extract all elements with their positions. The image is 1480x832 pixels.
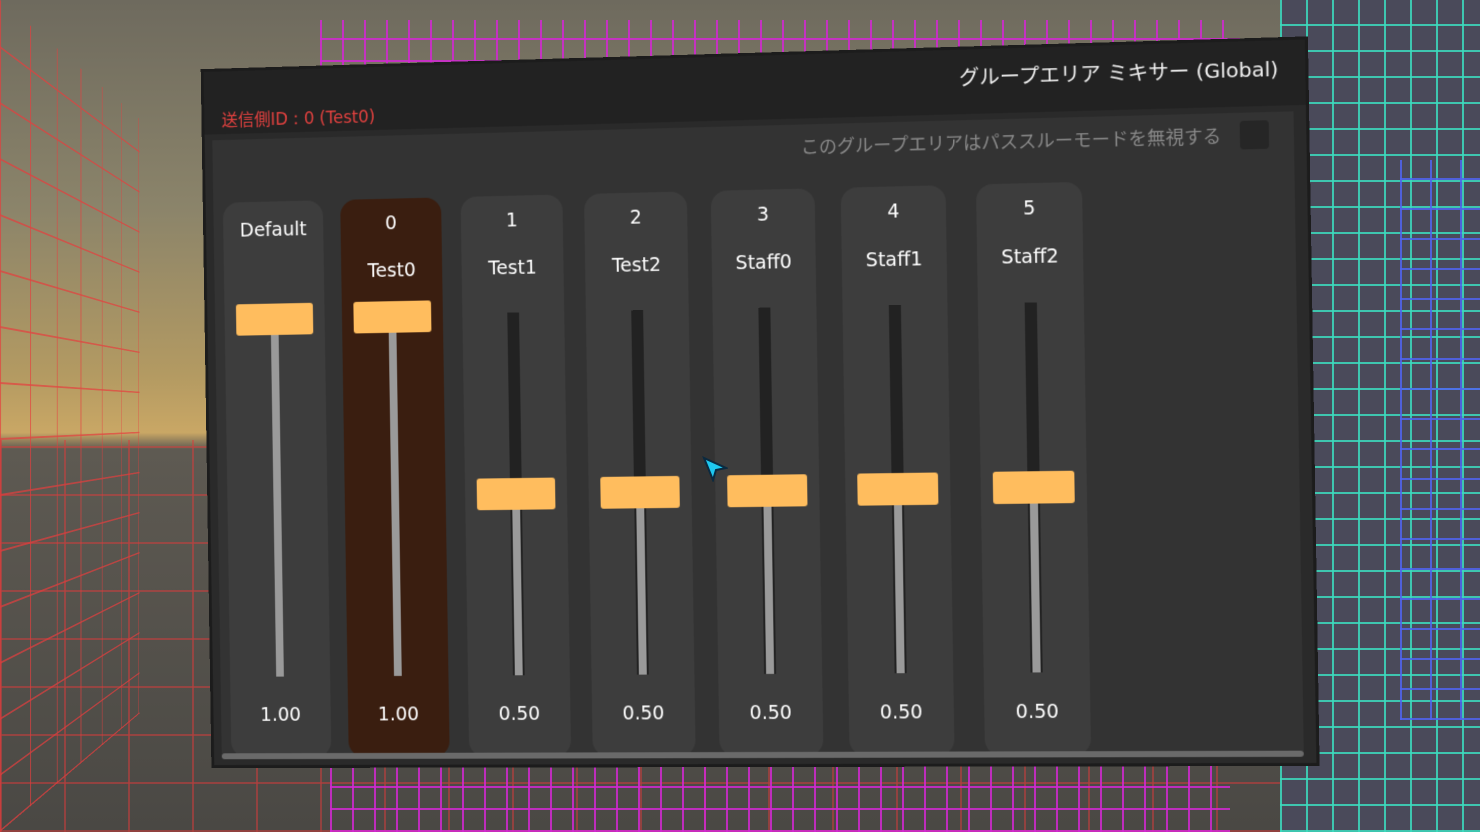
channel-volume-value: 0.50 — [622, 702, 665, 725]
volume-slider-track[interactable] — [269, 317, 286, 677]
ignore-passthrough-label: このグループエリアはパススルーモードを無視する — [800, 126, 1222, 159]
channel-volume-value: 0.50 — [879, 701, 923, 724]
volume-slider-handle[interactable] — [353, 300, 432, 334]
volume-slider-fill — [763, 490, 775, 674]
mixer-panel: 送信側ID : 0 (Test0) グループエリア ミキサー (Global) … — [203, 39, 1317, 766]
channel-name: Test2 — [611, 253, 662, 277]
pointer-cursor-icon — [702, 456, 728, 482]
channel-id: 4 — [887, 200, 900, 223]
vr-scene-background: 送信側ID : 0 (Test0) グループエリア ミキサー (Global) … — [0, 0, 1480, 832]
channel-id: 3 — [756, 203, 770, 226]
volume-slider-handle[interactable] — [727, 474, 808, 508]
channel-name: Staff0 — [735, 251, 792, 275]
channel-id: 0 — [384, 212, 397, 235]
grid-cage-right — [1400, 160, 1480, 720]
channel-strip[interactable]: 0 Test0 1.00 — [340, 197, 450, 757]
horizontal-scrollbar[interactable] — [221, 750, 1304, 760]
channel-volume-value: 0.50 — [749, 701, 793, 725]
ignore-passthrough-checkbox[interactable] — [1239, 120, 1270, 150]
channel-volume-value: 0.50 — [498, 702, 541, 725]
volume-slider-handle[interactable] — [992, 470, 1075, 505]
channel-volume-value: 1.00 — [260, 704, 302, 726]
channel-strip[interactable]: Default 1.00 — [222, 200, 332, 758]
volume-slider-handle[interactable] — [476, 477, 556, 511]
channel-id: 5 — [1022, 197, 1036, 220]
volume-slider-fill — [1029, 487, 1041, 673]
channel-strip[interactable]: 5 Staff2 0.50 — [975, 181, 1092, 756]
volume-slider-handle[interactable] — [857, 472, 939, 506]
channel-id: 1 — [505, 209, 518, 232]
channel-id: Default — [239, 218, 307, 242]
ignore-passthrough-option: このグループエリアはパススルーモードを無視する — [800, 120, 1270, 160]
channel-name: Test1 — [488, 256, 537, 280]
channel-strip[interactable]: 4 Staff1 0.50 — [840, 185, 955, 756]
volume-slider-fill — [512, 493, 523, 676]
channel-volume-value: 0.50 — [1015, 700, 1060, 724]
volume-slider-handle[interactable] — [600, 475, 680, 509]
channel-name: Staff2 — [1001, 245, 1059, 269]
channel-strip[interactable]: 1 Test1 0.50 — [460, 194, 572, 757]
volume-slider-handle[interactable] — [235, 302, 314, 336]
volume-slider-fill — [270, 317, 284, 677]
mixer-content: このグループエリアはパススルーモードを無視する Default 1.00 0 T… — [212, 111, 1304, 758]
channel-name: Staff1 — [865, 248, 923, 272]
channel-id: 2 — [629, 206, 642, 229]
channel-strip[interactable]: 2 Test2 0.50 — [584, 191, 696, 757]
volume-slider-fill — [636, 492, 647, 675]
volume-slider-fill — [893, 489, 905, 674]
channel-volume-value: 1.00 — [377, 703, 420, 726]
channel-name: Test0 — [367, 259, 416, 282]
sender-id-label: 送信側ID : 0 (Test0) — [221, 107, 376, 132]
window-title: グループエリア ミキサー (Global) — [958, 56, 1279, 91]
channel-name — [224, 261, 324, 263]
volume-slider-fill — [388, 314, 402, 676]
channel-strip-list: Default 1.00 0 Test0 1.00 1 Test1 0.50 2… — [222, 181, 1092, 758]
volume-slider-track[interactable] — [386, 314, 403, 676]
